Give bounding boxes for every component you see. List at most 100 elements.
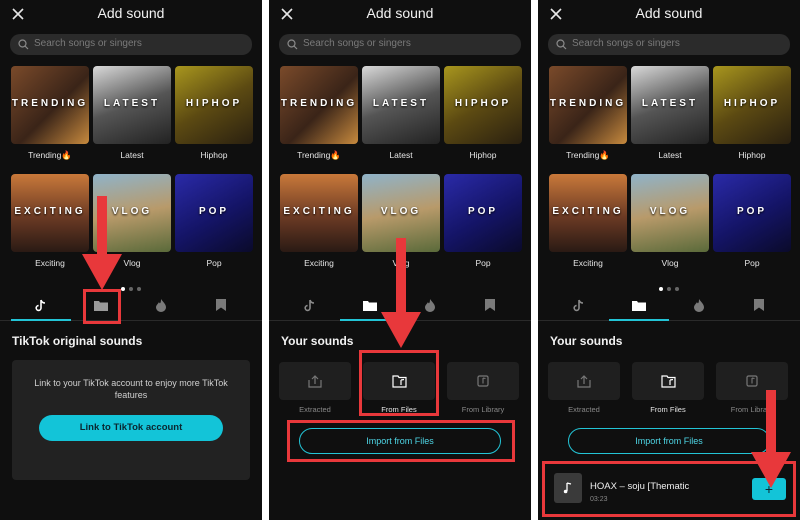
category-tile-latest[interactable]: LATEST <box>93 66 171 144</box>
link-tiktok-button[interactable]: Link to TikTok account <box>39 415 223 441</box>
source-extracted[interactable] <box>548 362 620 400</box>
music-folder-icon <box>660 374 676 388</box>
category-tile-vlog[interactable]: VLOG <box>631 174 709 252</box>
source-label-from-files: From Files <box>650 405 686 414</box>
tile-word: VLOG <box>380 206 422 217</box>
category-caption-hiphop: Hiphop <box>200 150 228 160</box>
highlight-box-import <box>287 420 515 462</box>
source-extracted[interactable] <box>279 362 351 400</box>
header: Add sound <box>269 0 531 28</box>
page-title: Add sound <box>635 5 703 21</box>
search-placeholder: Search songs or singers <box>572 38 680 49</box>
category-tile-hiphop[interactable]: HIPHOP <box>175 66 253 144</box>
tab-trending[interactable] <box>131 292 191 318</box>
extract-icon <box>308 374 322 388</box>
tile-word: TRENDING <box>280 98 358 109</box>
tiktok-link-message: Link to your TikTok account to enjoy mor… <box>34 378 228 400</box>
add-sound-screen-files-tab: Add sound Search songs or singers TRENDI… <box>269 0 531 520</box>
source-from-library[interactable] <box>447 362 519 400</box>
category-caption-trending: Trending🔥 <box>28 150 72 160</box>
tile-word: LATEST <box>372 98 430 109</box>
bookmark-icon <box>485 299 495 311</box>
category-tile-hiphop[interactable]: HIPHOP <box>713 66 791 144</box>
highlight-box-files-tab <box>83 289 121 324</box>
category-tile-trending[interactable]: TRENDING <box>549 66 627 144</box>
flame-icon <box>425 298 435 312</box>
category-caption-pop: Pop <box>475 258 491 268</box>
tab-bar <box>0 292 262 321</box>
search-input[interactable]: Search songs or singers <box>279 34 521 55</box>
tab-tiktok[interactable] <box>11 292 71 318</box>
search-input[interactable]: Search songs or singers <box>10 34 252 55</box>
search-input[interactable]: Search songs or singers <box>548 34 790 55</box>
source-label-extracted: Extracted <box>568 405 600 414</box>
category-tile-latest[interactable]: LATEST <box>631 66 709 144</box>
tile-word: EXCITING <box>552 206 624 217</box>
tile-word: TRENDING <box>11 98 89 109</box>
tile-word: HIPHOP <box>454 98 512 109</box>
tab-saved[interactable] <box>460 292 520 318</box>
tab-tiktok[interactable] <box>280 292 340 318</box>
library-icon <box>477 375 489 387</box>
category-tile-exciting[interactable]: EXCITING <box>11 174 89 252</box>
tiktok-link-card: Link to your TikTok account to enjoy mor… <box>12 360 250 480</box>
tile-word: HIPHOP <box>723 98 781 109</box>
active-tab-indicator <box>11 319 71 321</box>
add-sound-screen-tiktok-tab: Add sound Search songs or singers TRENDI… <box>0 0 262 520</box>
category-tile-hiphop[interactable]: HIPHOP <box>444 66 522 144</box>
category-tile-trending[interactable]: TRENDING <box>280 66 358 144</box>
arrow-down-icon <box>381 238 421 348</box>
tab-trending[interactable] <box>669 292 729 318</box>
tab-saved[interactable] <box>191 292 251 318</box>
category-caption-trending: Trending🔥 <box>297 150 341 160</box>
source-from-files[interactable] <box>632 362 704 400</box>
category-caption-exciting: Exciting <box>304 258 334 268</box>
section-title: Your sounds <box>550 334 623 348</box>
category-tile-pop[interactable]: POP <box>175 174 253 252</box>
folder-icon <box>363 300 377 311</box>
tile-word: HIPHOP <box>185 98 243 109</box>
category-caption-latest: Latest <box>658 150 682 160</box>
category-caption-latest: Latest <box>389 150 413 160</box>
arrow-down-icon <box>82 196 122 290</box>
tile-word: LATEST <box>641 98 699 109</box>
tiktok-icon <box>573 299 584 311</box>
arrow-down-icon <box>751 390 791 488</box>
add-sound-screen-imported: Add sound Search songs or singers TRENDI… <box>538 0 800 520</box>
page-title: Add sound <box>97 5 165 21</box>
tab-files[interactable] <box>609 292 669 318</box>
search-icon <box>556 39 567 50</box>
category-tile-latest[interactable]: LATEST <box>362 66 440 144</box>
tile-word: POP <box>467 206 499 217</box>
tile-word: POP <box>736 206 768 217</box>
flame-icon <box>694 298 704 312</box>
tab-saved[interactable] <box>729 292 789 318</box>
category-tile-exciting[interactable]: EXCITING <box>280 174 358 252</box>
search-placeholder: Search songs or singers <box>303 38 411 49</box>
library-icon <box>746 375 758 387</box>
folder-icon <box>632 300 646 311</box>
flame-icon <box>156 298 166 312</box>
source-label-extracted: Extracted <box>299 405 331 414</box>
extract-icon <box>577 374 591 388</box>
tile-word: EXCITING <box>283 206 355 217</box>
highlight-box-from-files <box>359 350 439 416</box>
tiktok-icon <box>35 299 46 311</box>
page-title: Add sound <box>366 5 434 21</box>
category-caption-pop: Pop <box>206 258 222 268</box>
search-icon <box>287 39 298 50</box>
category-tile-pop[interactable]: POP <box>713 174 791 252</box>
category-tile-exciting[interactable]: EXCITING <box>549 174 627 252</box>
search-placeholder: Search songs or singers <box>34 38 142 49</box>
tab-bar <box>538 292 800 321</box>
category-caption-hiphop: Hiphop <box>469 150 497 160</box>
tile-word: LATEST <box>103 98 161 109</box>
tab-tiktok[interactable] <box>549 292 609 318</box>
category-tile-pop[interactable]: POP <box>444 174 522 252</box>
import-from-files-button[interactable]: Import from Files <box>568 428 770 454</box>
section-title: Your sounds <box>281 334 354 348</box>
category-tile-trending[interactable]: TRENDING <box>11 66 89 144</box>
bookmark-icon <box>216 299 226 311</box>
category-caption-latest: Latest <box>120 150 144 160</box>
tile-word: VLOG <box>649 206 691 217</box>
